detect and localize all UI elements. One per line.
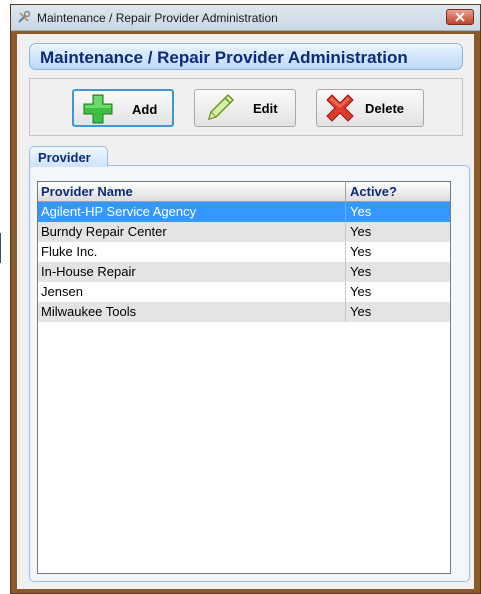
cell-divider bbox=[345, 222, 346, 242]
cell-divider bbox=[345, 202, 346, 222]
client-area: Maintenance / Repair Provider Administra… bbox=[17, 34, 474, 589]
red-x-icon bbox=[326, 94, 354, 122]
column-header-active[interactable]: Active? bbox=[350, 184, 397, 199]
cell-divider bbox=[345, 262, 346, 282]
table-row[interactable]: Jensen Yes bbox=[38, 282, 450, 302]
column-header-provider-name[interactable]: Provider Name bbox=[41, 184, 133, 199]
cell-provider-name: Fluke Inc. bbox=[41, 244, 98, 259]
cell-active: Yes bbox=[350, 224, 372, 239]
cell-active: Yes bbox=[350, 284, 372, 299]
table-row[interactable]: Fluke Inc. Yes bbox=[38, 242, 450, 262]
table-row[interactable]: Milwaukee Tools Yes bbox=[38, 302, 450, 322]
cell-divider bbox=[345, 302, 346, 322]
toolbar: Add Edit Delete bbox=[29, 78, 463, 136]
cell-provider-name: Agilent-HP Service Agency bbox=[41, 204, 197, 219]
cell-provider-name: Milwaukee Tools bbox=[41, 304, 137, 319]
grid-header: Provider Name Active? bbox=[38, 182, 450, 202]
cell-provider-name: Jensen bbox=[41, 284, 83, 299]
pencil-icon bbox=[207, 93, 235, 121]
tab-provider-label: Provider bbox=[38, 150, 91, 165]
cell-active: Yes bbox=[350, 264, 372, 279]
cell-provider-name: In-House Repair bbox=[41, 264, 136, 279]
cell-active: Yes bbox=[350, 204, 372, 219]
table-row[interactable]: Burndy Repair Center Yes bbox=[38, 222, 450, 242]
cell-provider-name: Burndy Repair Center bbox=[41, 224, 167, 239]
close-icon bbox=[455, 12, 465, 22]
edit-button-label: Edit bbox=[253, 101, 278, 116]
table-row[interactable]: Agilent-HP Service Agency Yes bbox=[38, 202, 450, 222]
background-mark bbox=[0, 233, 1, 263]
title-bar[interactable]: Maintenance / Repair Provider Administra… bbox=[11, 5, 480, 31]
provider-grid[interactable]: Provider Name Active? Agilent-HP Service… bbox=[37, 181, 451, 574]
cell-divider bbox=[345, 282, 346, 302]
page-header: Maintenance / Repair Provider Administra… bbox=[29, 43, 463, 70]
tools-icon bbox=[17, 10, 31, 24]
delete-button-label: Delete bbox=[365, 101, 405, 116]
add-button-label: Add bbox=[132, 102, 158, 117]
green-plus-icon bbox=[83, 94, 113, 124]
grid-rows: Agilent-HP Service Agency Yes Burndy Rep… bbox=[38, 202, 450, 322]
delete-button[interactable]: Delete bbox=[316, 89, 424, 127]
cell-divider bbox=[345, 242, 346, 262]
close-button[interactable] bbox=[446, 9, 474, 25]
add-button[interactable]: Add bbox=[72, 89, 174, 127]
table-row[interactable]: In-House Repair Yes bbox=[38, 262, 450, 282]
column-divider[interactable] bbox=[345, 182, 346, 201]
edit-button[interactable]: Edit bbox=[194, 89, 296, 127]
cell-active: Yes bbox=[350, 304, 372, 319]
window-title: Maintenance / Repair Provider Administra… bbox=[37, 11, 278, 25]
app-window: Maintenance / Repair Provider Administra… bbox=[10, 4, 481, 594]
tab-provider[interactable]: Provider bbox=[29, 146, 108, 167]
cell-active: Yes bbox=[350, 244, 372, 259]
page-title: Maintenance / Repair Provider Administra… bbox=[40, 48, 408, 67]
